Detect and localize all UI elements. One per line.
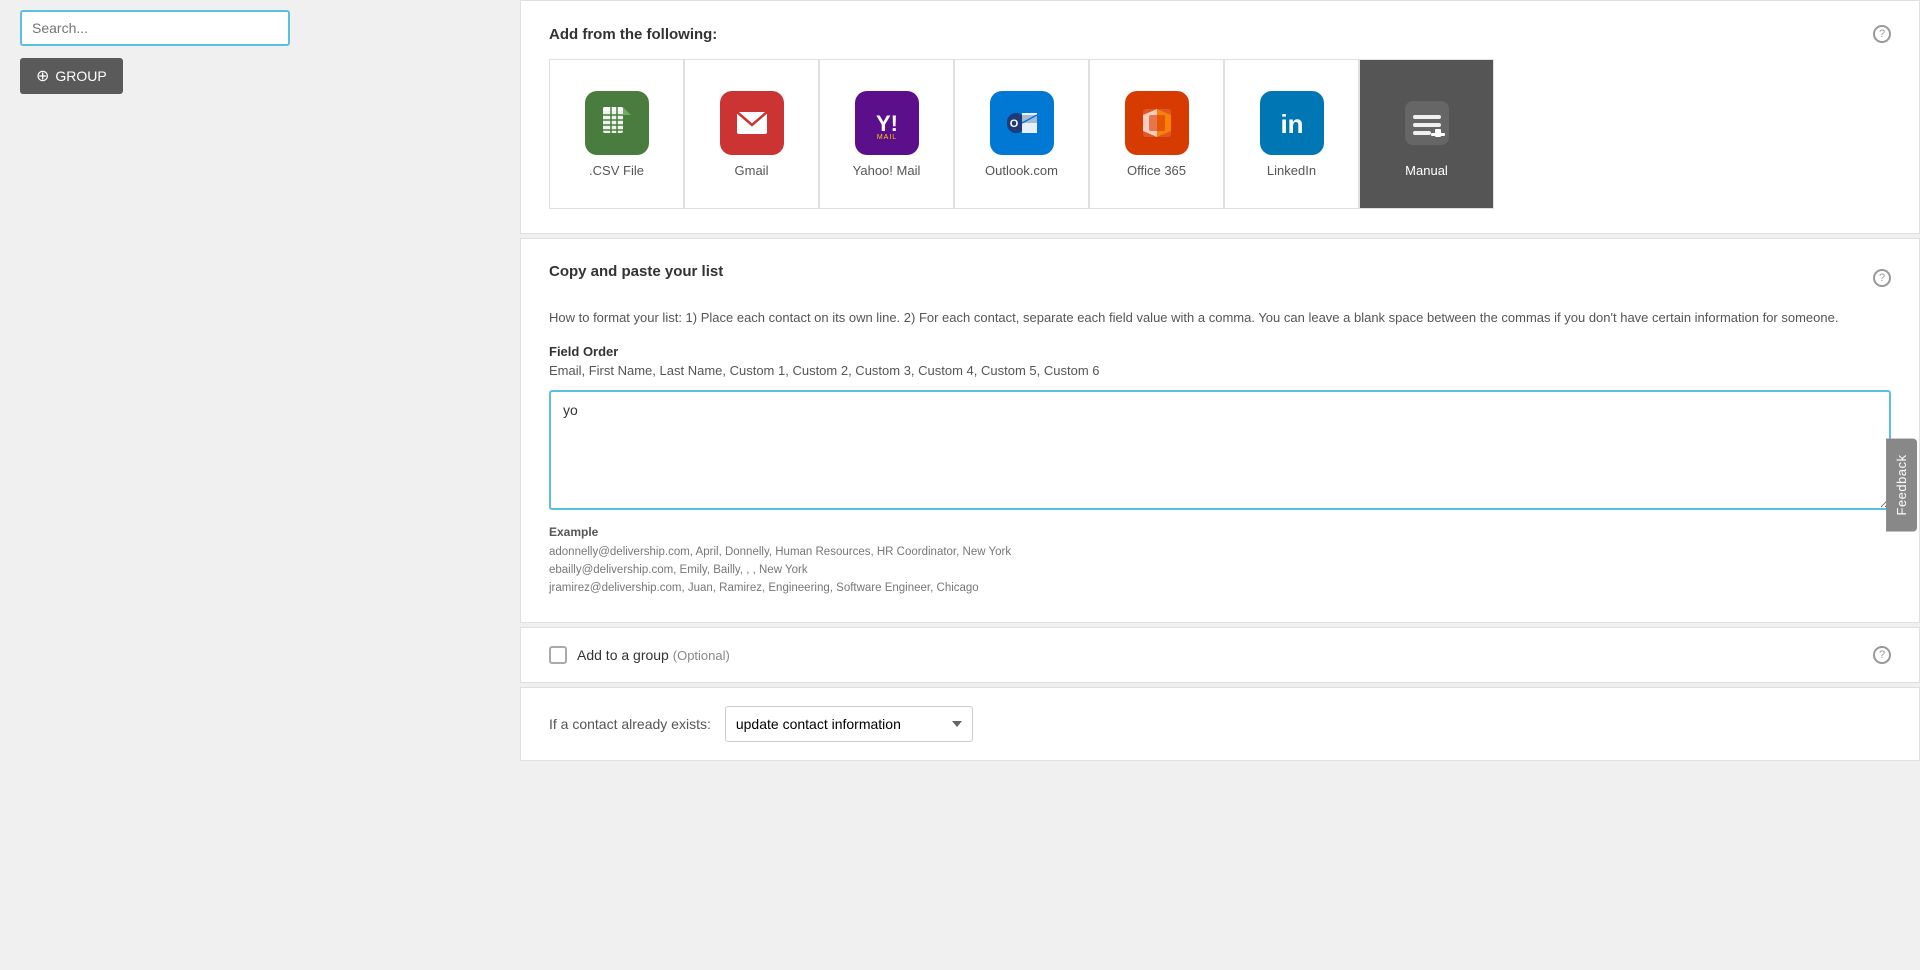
- sidebar-input-wrapper: [20, 10, 500, 46]
- plus-icon: ⊕: [36, 66, 49, 86]
- svg-text:in: in: [1280, 109, 1303, 139]
- sources-grid: .CSV File Gmail: [549, 59, 1891, 209]
- source-csv[interactable]: .CSV File: [549, 59, 684, 209]
- source-manual[interactable]: Manual: [1359, 59, 1494, 209]
- source-gmail[interactable]: Gmail: [684, 59, 819, 209]
- source-linkedin[interactable]: in LinkedIn: [1224, 59, 1359, 209]
- manual-label: Manual: [1405, 163, 1448, 178]
- copy-paste-section: Copy and paste your list ? How to format…: [520, 238, 1920, 623]
- group-button[interactable]: ⊕ GROUP: [20, 58, 123, 94]
- source-office365[interactable]: Office 365: [1089, 59, 1224, 209]
- example-section: Example adonnelly@delivership.com, April…: [549, 525, 1891, 598]
- yahoo-icon: Y! MAIL: [855, 91, 919, 155]
- main-content: Add from the following: ?: [520, 0, 1920, 970]
- contact-exists-select[interactable]: update contact information do not update…: [725, 706, 973, 742]
- svg-text:O: O: [1009, 118, 1018, 130]
- copy-paste-title: Copy and paste your list: [549, 263, 723, 280]
- add-from-title: Add from the following:: [549, 26, 717, 43]
- yahoo-label: Yahoo! Mail: [853, 163, 921, 178]
- add-from-section: Add from the following: ?: [520, 0, 1920, 234]
- add-to-group-help-icon[interactable]: ?: [1873, 646, 1891, 664]
- add-from-help-icon[interactable]: ?: [1873, 25, 1891, 43]
- search-input[interactable]: [20, 10, 290, 46]
- svg-text:MAIL: MAIL: [876, 134, 896, 141]
- example-line-3: jramirez@delivership.com, Juan, Ramirez,…: [549, 579, 1891, 597]
- contact-exists-section: If a contact already exists: update cont…: [520, 687, 1920, 761]
- office365-label: Office 365: [1127, 163, 1186, 178]
- add-to-group-section: Add to a group (Optional) ?: [520, 627, 1920, 683]
- csv-icon: [585, 91, 649, 155]
- office365-icon: [1125, 91, 1189, 155]
- paste-textarea[interactable]: yo: [549, 390, 1891, 510]
- copy-paste-header: Copy and paste your list ?: [549, 263, 1891, 292]
- add-to-group-checkbox[interactable]: [549, 646, 567, 664]
- add-to-group-label: Add to a group (Optional): [577, 647, 730, 663]
- sidebar: ⊕ GROUP: [0, 0, 520, 970]
- example-label: Example: [549, 525, 1891, 539]
- gmail-label: Gmail: [735, 163, 769, 178]
- gmail-icon: [720, 91, 784, 155]
- example-line-2: ebailly@delivership.com, Emily, Bailly, …: [549, 561, 1891, 579]
- example-line-1: adonnelly@delivership.com, April, Donnel…: [549, 543, 1891, 561]
- linkedin-label: LinkedIn: [1267, 163, 1316, 178]
- group-button-label: GROUP: [55, 68, 106, 84]
- outlook-label: Outlook.com: [985, 163, 1058, 178]
- csv-label: .CSV File: [589, 163, 644, 178]
- source-outlook[interactable]: O Outlook.com: [954, 59, 1089, 209]
- copy-paste-description: How to format your list: 1) Place each c…: [549, 308, 1891, 328]
- field-order-value: Email, First Name, Last Name, Custom 1, …: [549, 363, 1891, 378]
- feedback-button[interactable]: Feedback: [1886, 438, 1917, 531]
- source-yahoo[interactable]: Y! MAIL Yahoo! Mail: [819, 59, 954, 209]
- add-from-header: Add from the following: ?: [549, 25, 1891, 43]
- group-left: Add to a group (Optional): [549, 646, 730, 664]
- field-order-label: Field Order: [549, 344, 1891, 359]
- outlook-icon: O: [990, 91, 1054, 155]
- svg-text:Y!: Y!: [876, 111, 898, 136]
- manual-icon: [1395, 91, 1459, 155]
- contact-exists-label: If a contact already exists:: [549, 716, 711, 732]
- copy-paste-help-icon[interactable]: ?: [1873, 269, 1891, 287]
- linkedin-icon: in: [1260, 91, 1324, 155]
- example-lines: adonnelly@delivership.com, April, Donnel…: [549, 543, 1891, 598]
